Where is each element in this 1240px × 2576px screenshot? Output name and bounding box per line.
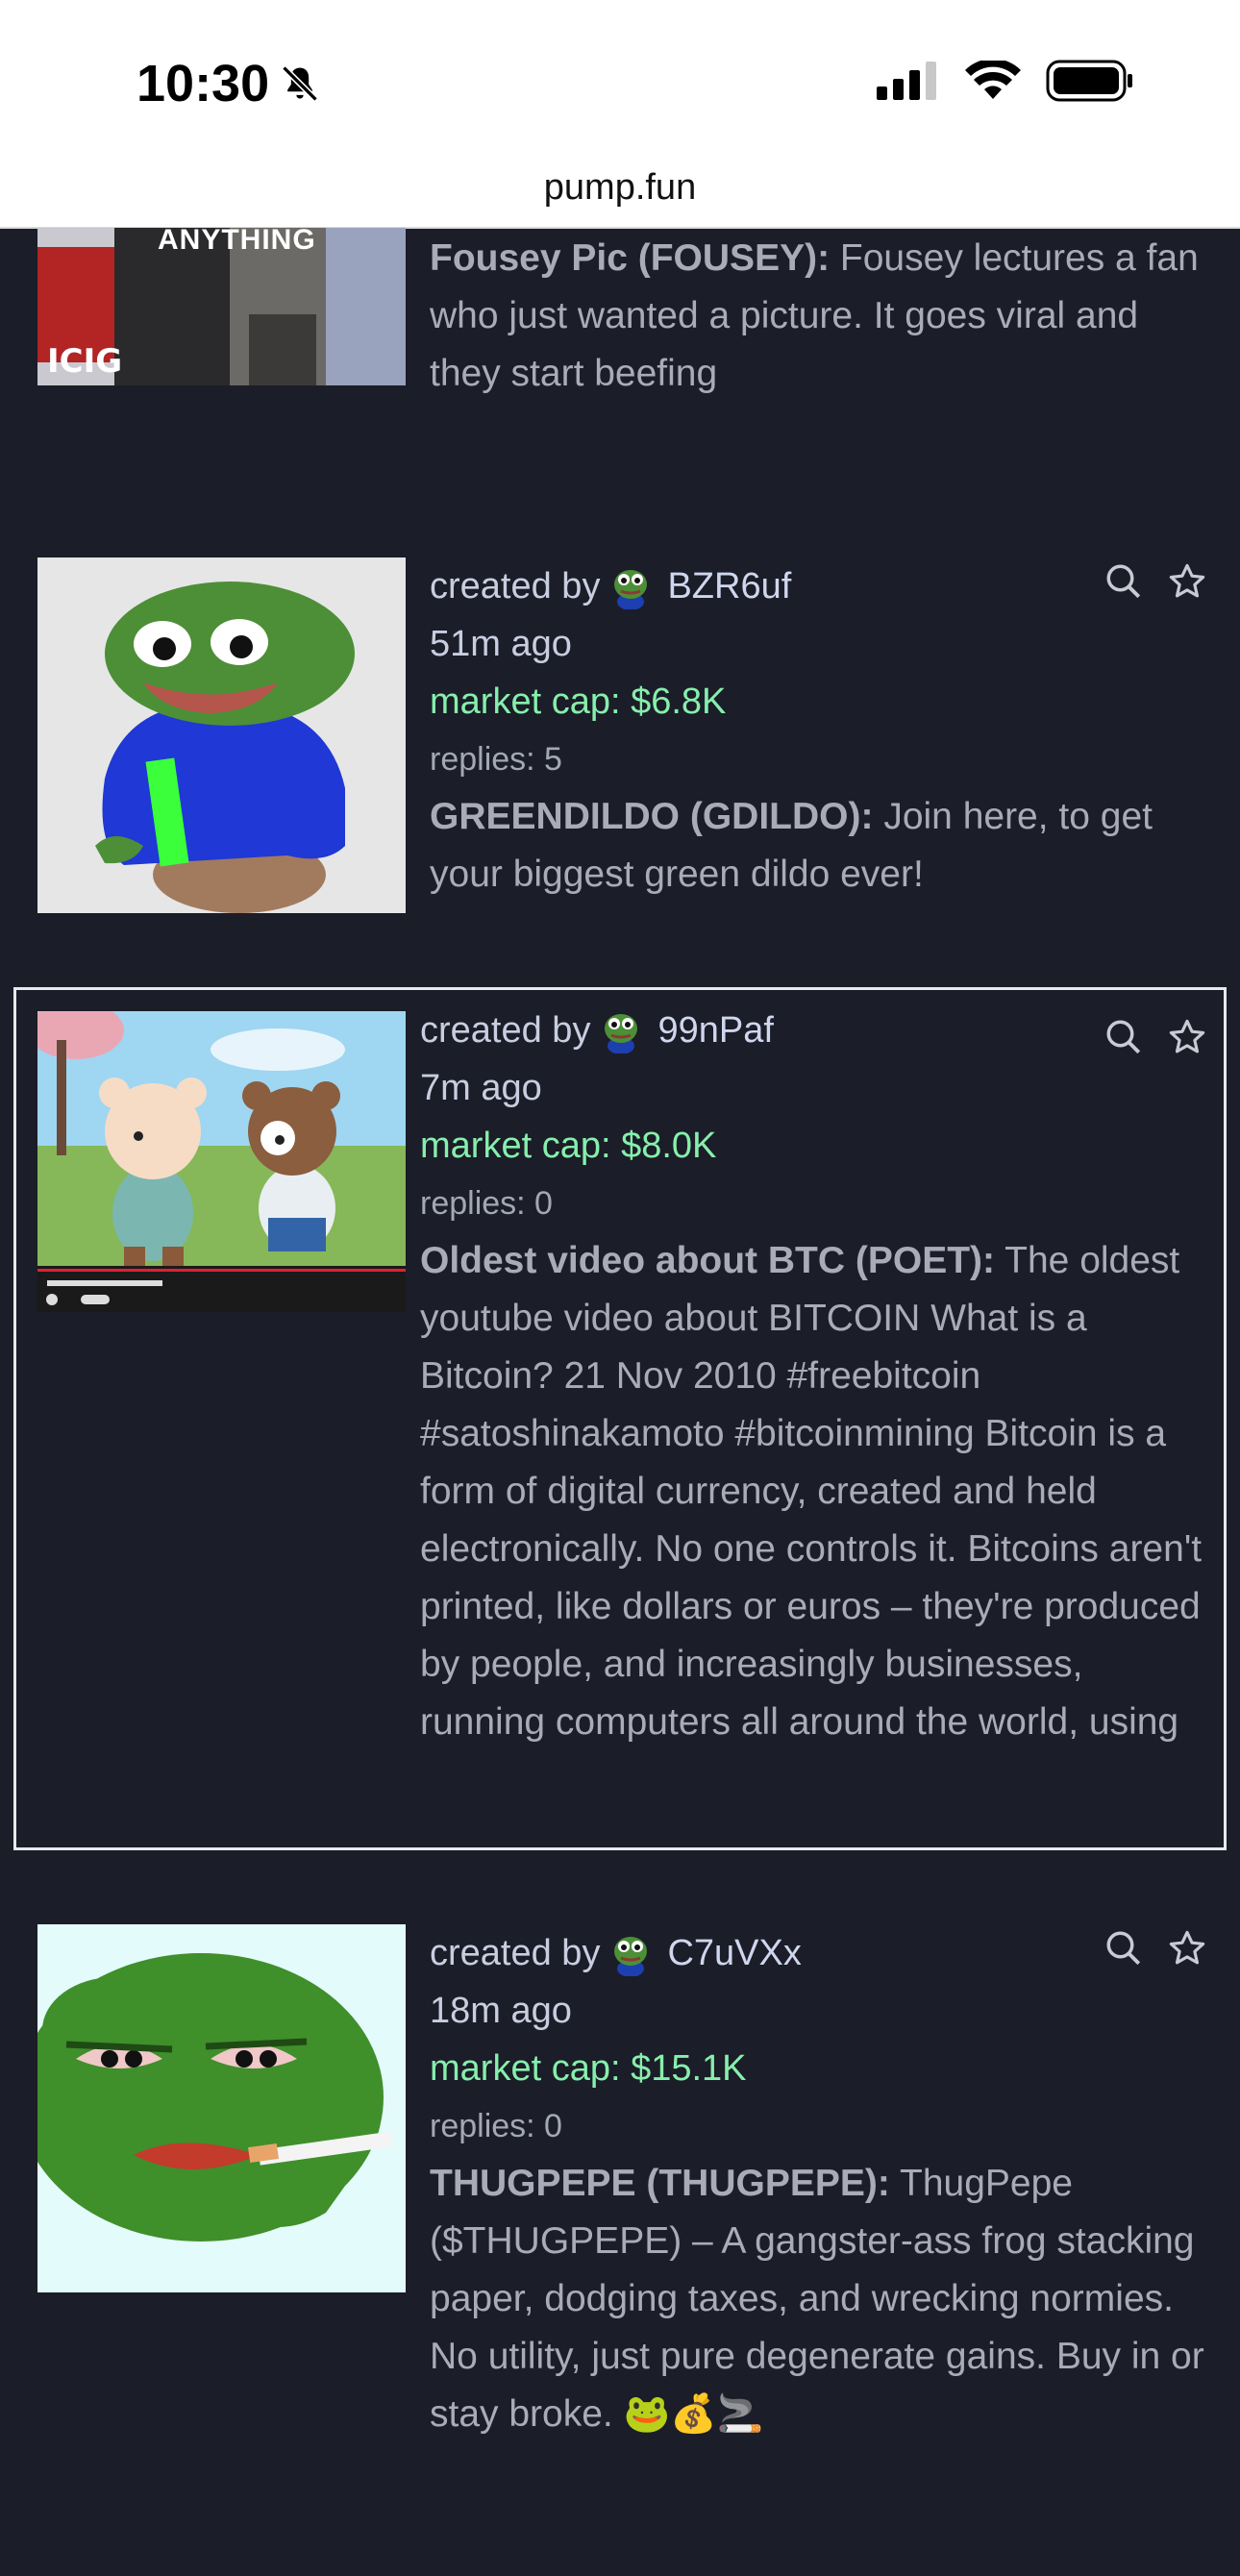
token-age: 51m ago	[430, 624, 572, 664]
token-name-symbol: THUGPEPE (THUGPEPE):	[430, 2163, 890, 2204]
market-cap: market cap: $15.1K	[430, 2048, 747, 2089]
created-by-label: created by	[430, 1933, 601, 1973]
replies-count: replies: 0	[430, 2108, 562, 2144]
creator-address-link[interactable]: C7uVXx	[667, 1924, 801, 1982]
pepe-avatar-icon	[614, 570, 648, 609]
creator-row: created by BZR6uf	[430, 557, 1207, 615]
signal-icon	[877, 62, 936, 100]
search-icon[interactable]	[1104, 1017, 1144, 1057]
pepe-blue-shirt-image	[37, 557, 406, 913]
status-indicators	[877, 60, 1134, 102]
creator-row: created by C7uVXx	[430, 1924, 1207, 1982]
svg-text:ICIG: ICIG	[47, 342, 122, 381]
token-emojis: 🐸💰🚬	[623, 2393, 764, 2435]
token-age: 18m ago	[430, 1991, 572, 2031]
token-description: Fousey Pic (FOUSEY): Fousey lectures a f…	[430, 230, 1207, 403]
token-info: created by BZR6uf 51m ago market cap: $6…	[430, 557, 1207, 904]
token-description: GREENDILDO (GDILDO): Join here, to get y…	[430, 788, 1207, 904]
search-icon[interactable]	[1104, 561, 1144, 602]
token-card-greendildo[interactable]: created by BZR6uf 51m ago market cap: $6…	[13, 557, 1227, 980]
creator-address-link[interactable]: 99nPaf	[657, 1002, 773, 1059]
replies-count: replies: 5	[430, 741, 562, 778]
wifi-icon	[965, 61, 1021, 99]
token-image-fousey[interactable]: ICIG ANYTHING	[37, 228, 406, 385]
token-card-fousey[interactable]: ICIG ANYTHING Fousey Pic (FOUSEY): Fouse…	[13, 228, 1227, 458]
cartoon-bears-video-thumbnail	[37, 1011, 406, 1312]
status-time: 10:30	[136, 54, 321, 113]
clock-text: 10:30	[136, 55, 270, 112]
market-cap: market cap: $6.8K	[430, 681, 727, 722]
created-by-label: created by	[430, 566, 601, 607]
token-name-symbol: GREENDILDO (GDILDO):	[430, 796, 874, 837]
status-bar: 10:30	[0, 0, 1240, 163]
token-card-thugpepe[interactable]: created by C7uVXx 18m ago market cap: $1…	[13, 1924, 1227, 2559]
star-icon[interactable]	[1167, 561, 1207, 602]
card-actions	[1104, 1017, 1207, 1057]
battery-icon	[1046, 60, 1132, 102]
token-info: created by C7uVXx 18m ago market cap: $1…	[430, 1924, 1207, 2443]
thumb-caption: ANYTHING	[158, 228, 316, 256]
replies-count: replies: 0	[420, 1185, 553, 1222]
pepe-avatar-icon	[605, 1014, 638, 1053]
token-image-thugpepe[interactable]	[37, 1924, 406, 2292]
token-description: Oldest video about BTC (POET): The oldes…	[420, 1232, 1204, 1809]
pepe-avatar-icon	[614, 1937, 648, 1976]
url-text: pump.fun	[543, 167, 697, 208]
token-age: 7m ago	[420, 1068, 542, 1108]
token-feed[interactable]: ICIG ANYTHING Fousey Pic (FOUSEY): Fouse…	[0, 228, 1240, 2576]
token-description-text: The oldest youtube video about BITCOIN W…	[420, 1240, 1203, 1743]
star-icon[interactable]	[1167, 1017, 1207, 1057]
token-info: created by 99nPaf 7m ago market cap: $8.…	[420, 1002, 1204, 1809]
browser-url-bar[interactable]: pump.fun	[0, 163, 1240, 229]
market-cap: market cap: $8.0K	[420, 1126, 717, 1166]
thug-pepe-smoking-image	[37, 1924, 406, 2292]
token-name-symbol: Oldest video about BTC (POET):	[420, 1240, 996, 1281]
token-card-poet[interactable]: created by 99nPaf 7m ago market cap: $8.…	[13, 987, 1227, 1850]
star-icon[interactable]	[1167, 1928, 1207, 1969]
silent-bell-icon	[282, 65, 318, 102]
token-image-poet[interactable]	[37, 1011, 406, 1312]
creator-address-link[interactable]: BZR6uf	[667, 557, 791, 615]
card-actions	[1104, 1928, 1207, 1969]
search-icon[interactable]	[1104, 1928, 1144, 1969]
card-actions	[1104, 561, 1207, 602]
created-by-label: created by	[420, 1010, 591, 1051]
creator-row: created by 99nPaf	[420, 1002, 1204, 1059]
token-name-symbol: Fousey Pic (FOUSEY):	[430, 237, 831, 279]
token-description: THUGPEPE (THUGPEPE): ThugPepe ($THUGPEPE…	[430, 2155, 1207, 2443]
token-image-greendildo[interactable]	[37, 557, 406, 913]
